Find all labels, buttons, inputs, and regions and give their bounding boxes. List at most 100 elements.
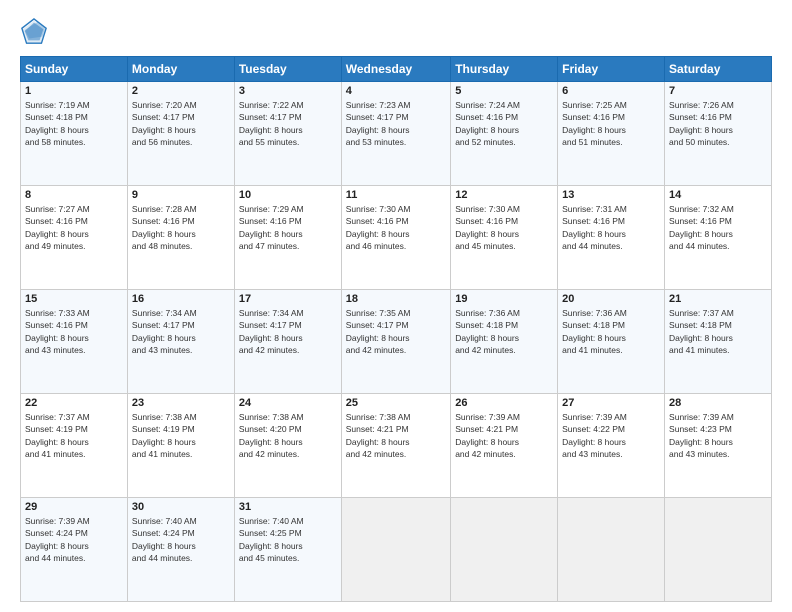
- table-row: 19 Sunrise: 7:36 AMSunset: 4:18 PMDayligh…: [451, 290, 558, 394]
- day-number: 2: [132, 85, 230, 97]
- day-number: 28: [669, 397, 767, 409]
- day-number: 4: [346, 85, 446, 97]
- day-number: 21: [669, 293, 767, 305]
- table-row: 3Sunrise: 7:22 AMSunset: 4:17 PMDaylight…: [234, 82, 341, 186]
- day-info: Sunrise: 7:37 AMSunset: 4:18 PMDaylight:…: [669, 307, 767, 356]
- day-number: 12: [455, 189, 553, 201]
- day-number: 27: [562, 397, 660, 409]
- page: SundayMondayTuesdayWednesdayThursdayFrid…: [0, 0, 792, 612]
- calendar-week: 1Sunrise: 7:19 AMSunset: 4:18 PMDaylight…: [21, 82, 772, 186]
- day-info: Sunrise: 7:31 AMSunset: 4:16 PMDaylight:…: [562, 203, 660, 252]
- table-row: 14 Sunrise: 7:32 AMSunset: 4:16 PMDayligh…: [665, 186, 772, 290]
- table-row: 10 Sunrise: 7:29 AMSunset: 4:16 PMDayligh…: [234, 186, 341, 290]
- table-row: 23Sunrise: 7:38 AMSunset: 4:19 PMDayligh…: [127, 394, 234, 498]
- dow-header: Monday: [127, 57, 234, 82]
- dow-header: Tuesday: [234, 57, 341, 82]
- table-row: 22Sunrise: 7:37 AMSunset: 4:19 PMDayligh…: [21, 394, 128, 498]
- day-info: Sunrise: 7:33 AMSunset: 4:16 PMDaylight:…: [25, 307, 123, 356]
- day-info: Sunrise: 7:25 AMSunset: 4:16 PMDaylight:…: [562, 99, 660, 148]
- day-info: Sunrise: 7:39 AMSunset: 4:24 PMDaylight:…: [25, 515, 123, 564]
- day-number: 15: [25, 293, 123, 305]
- day-number: 26: [455, 397, 553, 409]
- day-number: 18: [346, 293, 446, 305]
- table-row: 13 Sunrise: 7:31 AMSunset: 4:16 PMDayligh…: [558, 186, 665, 290]
- day-info: Sunrise: 7:40 AMSunset: 4:25 PMDaylight:…: [239, 515, 337, 564]
- table-row: 12 Sunrise: 7:30 AMSunset: 4:16 PMDayligh…: [451, 186, 558, 290]
- day-info: Sunrise: 7:39 AMSunset: 4:21 PMDaylight:…: [455, 411, 553, 460]
- day-number: 19: [455, 293, 553, 305]
- calendar-week: 22Sunrise: 7:37 AMSunset: 4:19 PMDayligh…: [21, 394, 772, 498]
- table-row: 28 Sunrise: 7:39 AMSunset: 4:23 PMDayligh…: [665, 394, 772, 498]
- table-row: 8 Sunrise: 7:27 AMSunset: 4:16 PMDaylight…: [21, 186, 128, 290]
- table-row: [341, 498, 450, 602]
- dow-header: Sunday: [21, 57, 128, 82]
- table-row: 30 Sunrise: 7:40 AMSunset: 4:24 PMDayligh…: [127, 498, 234, 602]
- table-row: 17 Sunrise: 7:34 AMSunset: 4:17 PMDayligh…: [234, 290, 341, 394]
- table-row: [451, 498, 558, 602]
- day-number: 29: [25, 501, 123, 513]
- table-row: 21 Sunrise: 7:37 AMSunset: 4:18 PMDayligh…: [665, 290, 772, 394]
- table-row: 2 Sunrise: 7:20 AMSunset: 4:17 PMDaylight…: [127, 82, 234, 186]
- day-info: Sunrise: 7:24 AMSunset: 4:16 PMDaylight:…: [455, 99, 553, 148]
- table-row: 29 Sunrise: 7:39 AMSunset: 4:24 PMDayligh…: [21, 498, 128, 602]
- dow-header: Wednesday: [341, 57, 450, 82]
- table-row: 9Sunrise: 7:28 AMSunset: 4:16 PMDaylight…: [127, 186, 234, 290]
- day-number: 25: [346, 397, 446, 409]
- calendar-week: 15 Sunrise: 7:33 AMSunset: 4:16 PMDayligh…: [21, 290, 772, 394]
- day-number: 8: [25, 189, 123, 201]
- table-row: [665, 498, 772, 602]
- day-number: 31: [239, 501, 337, 513]
- day-number: 14: [669, 189, 767, 201]
- day-number: 22: [25, 397, 123, 409]
- table-row: 4 Sunrise: 7:23 AMSunset: 4:17 PMDaylight…: [341, 82, 450, 186]
- table-row: 15 Sunrise: 7:33 AMSunset: 4:16 PMDayligh…: [21, 290, 128, 394]
- calendar-week: 8 Sunrise: 7:27 AMSunset: 4:16 PMDaylight…: [21, 186, 772, 290]
- day-info: Sunrise: 7:40 AMSunset: 4:24 PMDaylight:…: [132, 515, 230, 564]
- table-row: 31 Sunrise: 7:40 AMSunset: 4:25 PMDayligh…: [234, 498, 341, 602]
- day-info: Sunrise: 7:30 AMSunset: 4:16 PMDaylight:…: [346, 203, 446, 252]
- day-info: Sunrise: 7:39 AMSunset: 4:22 PMDaylight:…: [562, 411, 660, 460]
- calendar-week: 29 Sunrise: 7:39 AMSunset: 4:24 PMDayligh…: [21, 498, 772, 602]
- day-info: Sunrise: 7:22 AMSunset: 4:17 PMDaylight:…: [239, 99, 337, 148]
- logo: [20, 18, 52, 46]
- day-info: Sunrise: 7:35 AMSunset: 4:17 PMDaylight:…: [346, 307, 446, 356]
- day-info: Sunrise: 7:34 AMSunset: 4:17 PMDaylight:…: [239, 307, 337, 356]
- table-row: 5 Sunrise: 7:24 AMSunset: 4:16 PMDaylight…: [451, 82, 558, 186]
- day-number: 1: [25, 85, 123, 97]
- table-row: 1Sunrise: 7:19 AMSunset: 4:18 PMDaylight…: [21, 82, 128, 186]
- day-number: 10: [239, 189, 337, 201]
- table-row: 24Sunrise: 7:38 AMSunset: 4:20 PMDayligh…: [234, 394, 341, 498]
- day-number: 17: [239, 293, 337, 305]
- header: [20, 18, 772, 46]
- day-info: Sunrise: 7:39 AMSunset: 4:23 PMDaylight:…: [669, 411, 767, 460]
- table-row: 16Sunrise: 7:34 AMSunset: 4:17 PMDayligh…: [127, 290, 234, 394]
- day-info: Sunrise: 7:34 AMSunset: 4:17 PMDaylight:…: [132, 307, 230, 356]
- day-info: Sunrise: 7:20 AMSunset: 4:17 PMDaylight:…: [132, 99, 230, 148]
- day-of-week-row: SundayMondayTuesdayWednesdayThursdayFrid…: [21, 57, 772, 82]
- table-row: 26 Sunrise: 7:39 AMSunset: 4:21 PMDayligh…: [451, 394, 558, 498]
- table-row: 7Sunrise: 7:26 AMSunset: 4:16 PMDaylight…: [665, 82, 772, 186]
- dow-header: Saturday: [665, 57, 772, 82]
- day-info: Sunrise: 7:32 AMSunset: 4:16 PMDaylight:…: [669, 203, 767, 252]
- calendar-body: 1Sunrise: 7:19 AMSunset: 4:18 PMDaylight…: [21, 82, 772, 602]
- day-info: Sunrise: 7:30 AMSunset: 4:16 PMDaylight:…: [455, 203, 553, 252]
- dow-header: Friday: [558, 57, 665, 82]
- day-info: Sunrise: 7:38 AMSunset: 4:21 PMDaylight:…: [346, 411, 446, 460]
- day-number: 5: [455, 85, 553, 97]
- day-info: Sunrise: 7:23 AMSunset: 4:17 PMDaylight:…: [346, 99, 446, 148]
- day-number: 30: [132, 501, 230, 513]
- table-row: 25 Sunrise: 7:38 AMSunset: 4:21 PMDayligh…: [341, 394, 450, 498]
- day-number: 6: [562, 85, 660, 97]
- day-number: 13: [562, 189, 660, 201]
- day-number: 20: [562, 293, 660, 305]
- day-number: 24: [239, 397, 337, 409]
- day-info: Sunrise: 7:36 AMSunset: 4:18 PMDaylight:…: [455, 307, 553, 356]
- calendar: SundayMondayTuesdayWednesdayThursdayFrid…: [20, 56, 772, 602]
- dow-header: Thursday: [451, 57, 558, 82]
- day-info: Sunrise: 7:29 AMSunset: 4:16 PMDaylight:…: [239, 203, 337, 252]
- day-number: 9: [132, 189, 230, 201]
- day-number: 11: [346, 189, 446, 201]
- table-row: 6 Sunrise: 7:25 AMSunset: 4:16 PMDaylight…: [558, 82, 665, 186]
- day-number: 7: [669, 85, 767, 97]
- day-info: Sunrise: 7:27 AMSunset: 4:16 PMDaylight:…: [25, 203, 123, 252]
